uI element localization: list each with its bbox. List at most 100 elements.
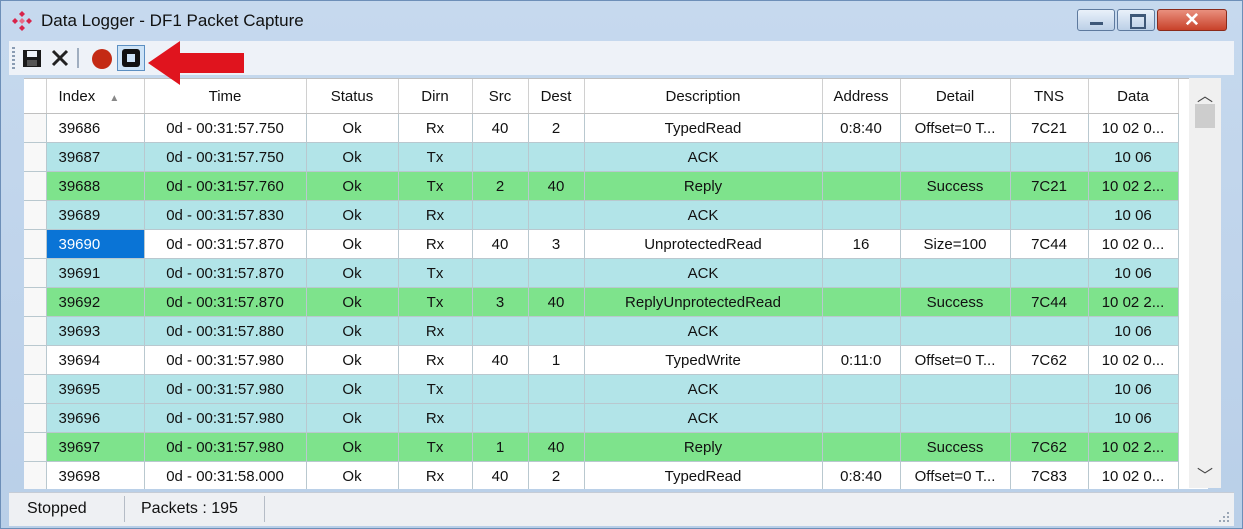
table-row[interactable]: 39695 0d - 00:31:57.980 Ok Tx ACK 10 06 bbox=[24, 374, 1179, 404]
cell-detail[interactable] bbox=[900, 142, 1011, 172]
cell-description[interactable]: ACK bbox=[584, 374, 823, 404]
row-header[interactable] bbox=[24, 142, 47, 172]
close-button[interactable]: ✕ bbox=[1157, 9, 1227, 31]
column-header-data[interactable]: Data bbox=[1088, 79, 1179, 114]
cell-status[interactable]: Ok bbox=[306, 403, 399, 433]
cell-src[interactable] bbox=[472, 374, 529, 404]
scrollbar-thumb[interactable] bbox=[1195, 104, 1215, 128]
cell-src[interactable]: 40 bbox=[472, 461, 529, 489]
cell-address[interactable] bbox=[822, 432, 901, 462]
minimize-button[interactable] bbox=[1077, 9, 1115, 31]
table-row[interactable]: 39696 0d - 00:31:57.980 Ok Rx ACK 10 06 bbox=[24, 403, 1179, 433]
cell-detail[interactable]: Success bbox=[900, 432, 1011, 462]
cell-detail[interactable] bbox=[900, 200, 1011, 230]
cell-tns[interactable] bbox=[1010, 316, 1089, 346]
cell-description[interactable]: ACK bbox=[584, 258, 823, 288]
stop-icon[interactable] bbox=[117, 45, 145, 71]
cell-detail[interactable] bbox=[900, 258, 1011, 288]
cell-detail[interactable]: Size=100 bbox=[900, 229, 1011, 259]
cell-dest[interactable] bbox=[528, 200, 585, 230]
cell-dest[interactable]: 1 bbox=[528, 345, 585, 375]
row-header[interactable] bbox=[24, 287, 47, 317]
cell-detail[interactable]: Offset=0 T... bbox=[900, 113, 1011, 143]
cell-status[interactable]: Ok bbox=[306, 142, 399, 172]
table-row[interactable]: 39692 0d - 00:31:57.870 Ok Tx 3 40 ReplyUnprot… bbox=[24, 287, 1179, 317]
table-row[interactable]: 39697 0d - 00:31:57.980 Ok Tx 1 40 Reply Succes… bbox=[24, 432, 1179, 462]
cell-tns[interactable]: 7C44 bbox=[1010, 229, 1089, 259]
cell-dirn[interactable]: Rx bbox=[398, 345, 473, 375]
cell-tns[interactable]: 7C83 bbox=[1010, 461, 1089, 489]
cell-time[interactable]: 0d - 00:31:57.980 bbox=[144, 403, 307, 433]
cell-description[interactable]: Reply bbox=[584, 171, 823, 201]
row-header[interactable] bbox=[24, 374, 47, 404]
cell-index[interactable]: 39697 bbox=[46, 432, 145, 462]
table-row[interactable]: 39691 0d - 00:31:57.870 Ok Tx ACK 10 06 bbox=[24, 258, 1179, 288]
cell-description[interactable]: TypedRead bbox=[584, 461, 823, 489]
cell-description[interactable]: ReplyUnprotectedRead bbox=[584, 287, 823, 317]
cell-index[interactable]: 39689 bbox=[46, 200, 145, 230]
cell-time[interactable]: 0d - 00:31:57.980 bbox=[144, 432, 307, 462]
cell-status[interactable]: Ok bbox=[306, 258, 399, 288]
table-row[interactable]: 39689 0d - 00:31:57.830 Ok Rx ACK 10 06 bbox=[24, 200, 1179, 230]
cell-status[interactable]: Ok bbox=[306, 229, 399, 259]
cell-data[interactable]: 10 06 bbox=[1088, 403, 1179, 433]
cell-src[interactable]: 40 bbox=[472, 229, 529, 259]
cell-index[interactable]: 39692 bbox=[46, 287, 145, 317]
cell-time[interactable]: 0d - 00:31:57.880 bbox=[144, 316, 307, 346]
cell-status[interactable]: Ok bbox=[306, 113, 399, 143]
record-icon[interactable] bbox=[89, 45, 115, 71]
cell-dirn[interactable]: Rx bbox=[398, 316, 473, 346]
cell-time[interactable]: 0d - 00:31:57.980 bbox=[144, 345, 307, 375]
cell-address[interactable] bbox=[822, 287, 901, 317]
cell-dirn[interactable]: Tx bbox=[398, 142, 473, 172]
cell-src[interactable] bbox=[472, 142, 529, 172]
cell-detail[interactable]: Success bbox=[900, 171, 1011, 201]
cell-status[interactable]: Ok bbox=[306, 461, 399, 489]
cell-src[interactable] bbox=[472, 200, 529, 230]
cell-dest[interactable]: 40 bbox=[528, 171, 585, 201]
scroll-up-icon[interactable]: ︿ bbox=[1189, 82, 1221, 105]
table-row[interactable]: 39687 0d - 00:31:57.750 Ok Tx ACK 10 06 bbox=[24, 142, 1179, 172]
cell-tns[interactable]: 7C21 bbox=[1010, 113, 1089, 143]
cell-index[interactable]: 39691 bbox=[46, 258, 145, 288]
cell-detail[interactable]: Offset=0 T... bbox=[900, 345, 1011, 375]
cell-index[interactable]: 39688 bbox=[46, 171, 145, 201]
column-header-index[interactable]: Index ▲ bbox=[46, 79, 145, 114]
cell-description[interactable]: TypedWrite bbox=[584, 345, 823, 375]
cell-time[interactable]: 0d - 00:31:57.750 bbox=[144, 113, 307, 143]
cell-data[interactable]: 10 02 2... bbox=[1088, 287, 1179, 317]
cell-tns[interactable] bbox=[1010, 142, 1089, 172]
cell-address[interactable] bbox=[822, 171, 901, 201]
cell-dest[interactable] bbox=[528, 316, 585, 346]
row-header[interactable] bbox=[24, 461, 47, 489]
cell-dirn[interactable]: Rx bbox=[398, 229, 473, 259]
cell-data[interactable]: 10 02 2... bbox=[1088, 171, 1179, 201]
cell-dest[interactable]: 2 bbox=[528, 461, 585, 489]
cell-src[interactable]: 2 bbox=[472, 171, 529, 201]
scroll-down-icon[interactable]: ﹀ bbox=[1189, 462, 1221, 485]
cell-status[interactable]: Ok bbox=[306, 287, 399, 317]
title-bar[interactable]: Data Logger - DF1 Packet Capture ✕ bbox=[1, 1, 1242, 39]
cell-description[interactable]: ACK bbox=[584, 403, 823, 433]
cell-tns[interactable]: 7C21 bbox=[1010, 171, 1089, 201]
maximize-button[interactable] bbox=[1117, 9, 1155, 31]
cell-src[interactable] bbox=[472, 403, 529, 433]
cell-status[interactable]: Ok bbox=[306, 171, 399, 201]
table-row[interactable]: 39694 0d - 00:31:57.980 Ok Rx 40 1 TypedWrite 0… bbox=[24, 345, 1179, 375]
cell-dirn[interactable]: Rx bbox=[398, 403, 473, 433]
row-header[interactable] bbox=[24, 403, 47, 433]
cell-tns[interactable] bbox=[1010, 200, 1089, 230]
cell-data[interactable]: 10 02 0... bbox=[1088, 461, 1179, 489]
row-header[interactable] bbox=[24, 229, 47, 259]
column-header-description[interactable]: Description bbox=[584, 79, 823, 114]
cell-index[interactable]: 39698 bbox=[46, 461, 145, 489]
cell-time[interactable]: 0d - 00:31:57.830 bbox=[144, 200, 307, 230]
row-header[interactable] bbox=[24, 258, 47, 288]
cell-dirn[interactable]: Tx bbox=[398, 374, 473, 404]
table-row[interactable]: 39698 0d - 00:31:58.000 Ok Rx 40 2 TypedRead 0:… bbox=[24, 461, 1179, 489]
cell-time[interactable]: 0d - 00:31:57.870 bbox=[144, 229, 307, 259]
cell-tns[interactable]: 7C62 bbox=[1010, 432, 1089, 462]
cell-dest[interactable]: 40 bbox=[528, 432, 585, 462]
cell-address[interactable] bbox=[822, 316, 901, 346]
cell-src[interactable] bbox=[472, 258, 529, 288]
